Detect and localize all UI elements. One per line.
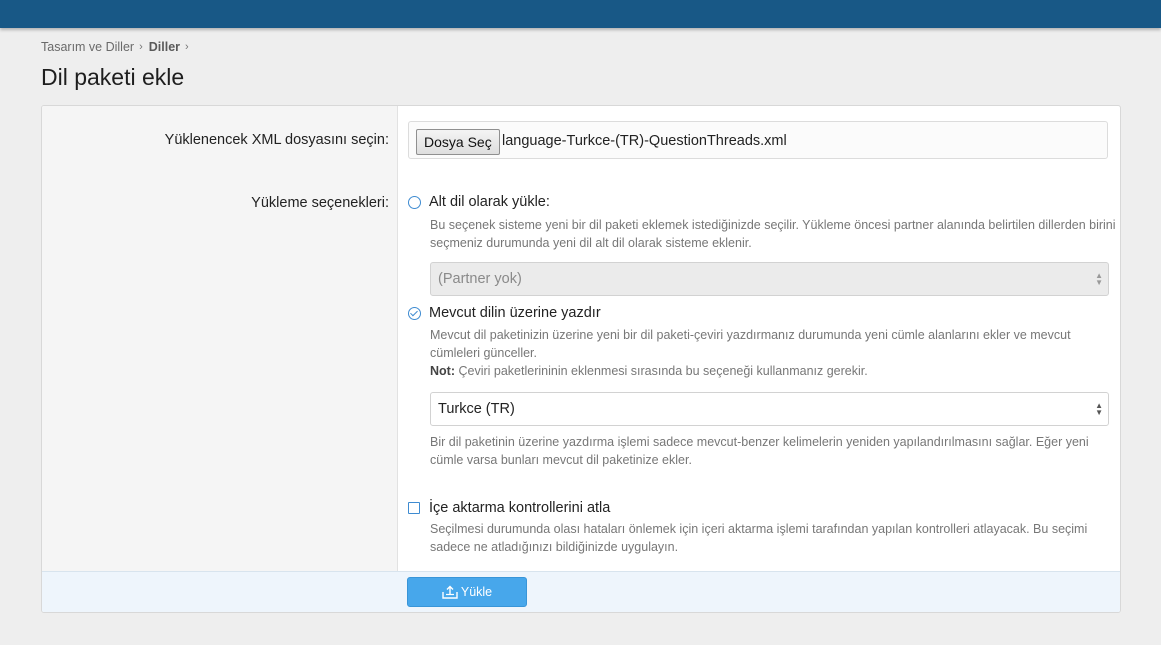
upload-button[interactable]: Yükle <box>407 577 527 607</box>
partner-language-select[interactable]: (Partner yok) ▲ ▼ <box>430 262 1109 296</box>
upload-button-label: Yükle <box>460 585 493 599</box>
chevron-right-icon: › <box>139 41 143 53</box>
breadcrumb-item-design[interactable]: Tasarım ve Diller <box>41 40 134 54</box>
option-overwrite-hint: Mevcut dil paketinizin üzerine yeni bir … <box>430 326 1120 380</box>
option-overwrite[interactable]: Mevcut dilin üzerine yazdır <box>408 305 601 321</box>
radio-overwrite[interactable] <box>408 306 421 320</box>
page-title: Dil paketi ekle <box>41 64 185 90</box>
overwrite-language-value: Turkce (TR) <box>438 401 515 417</box>
option-child-language-label: Alt dil olarak yükle: <box>429 194 550 210</box>
form-footer: Yükle <box>42 571 1120 612</box>
chevron-right-icon: › <box>185 41 189 53</box>
import-form-panel: Yüklenencek XML dosyasını seçin: Yükleme… <box>41 105 1121 613</box>
option-skip-checks-label: İçe aktarma kontrollerini atla <box>429 500 611 516</box>
select-arrows-icon: ▲ ▼ <box>1095 271 1103 287</box>
radio-child-language[interactable] <box>408 195 421 209</box>
partner-language-value: (Partner yok) <box>438 271 522 287</box>
option-child-language[interactable]: Alt dil olarak yükle: <box>408 194 550 210</box>
note-prefix: Not: <box>430 364 455 378</box>
file-label: Yüklenencek XML dosyasını seçin: <box>164 132 389 148</box>
selected-file-name: language-Turkce-(TR)-QuestionThreads.xml <box>502 133 787 149</box>
options-label: Yükleme seçenekleri: <box>251 195 389 211</box>
overwrite-language-select[interactable]: Turkce (TR) ▲ ▼ <box>430 392 1109 426</box>
label-column: Yüklenencek XML dosyasını seçin: Yükleme… <box>42 106 398 571</box>
option-overwrite-hint-text: Mevcut dil paketinizin üzerine yeni bir … <box>430 328 1071 360</box>
checkbox-skip-checks[interactable] <box>408 502 420 514</box>
choose-file-button[interactable]: Dosya Seç <box>416 129 500 155</box>
option-overwrite-label: Mevcut dilin üzerine yazdır <box>429 305 601 321</box>
overwrite-after-hint: Bir dil paketinin üzerine yazdırma işlem… <box>430 435 1089 467</box>
note-text: Çeviri paketlerininin eklenmesi sırasınd… <box>455 364 868 378</box>
breadcrumb-item-languages[interactable]: Diller <box>149 40 180 54</box>
option-skip-checks-hint: Seçilmesi durumunda olası hataları önlem… <box>430 522 1088 554</box>
upload-icon <box>442 585 458 599</box>
file-input-container: Dosya Seç language-Turkce-(TR)-QuestionT… <box>408 121 1108 159</box>
top-navigation-bar <box>0 0 1161 28</box>
breadcrumb: Tasarım ve Diller › Diller › <box>41 40 195 54</box>
option-child-language-hint: Bu seçenek sisteme yeni bir dil paketi e… <box>430 218 1116 250</box>
option-skip-checks[interactable]: İçe aktarma kontrollerini atla <box>408 500 610 516</box>
select-arrows-icon: ▲ ▼ <box>1095 401 1103 417</box>
